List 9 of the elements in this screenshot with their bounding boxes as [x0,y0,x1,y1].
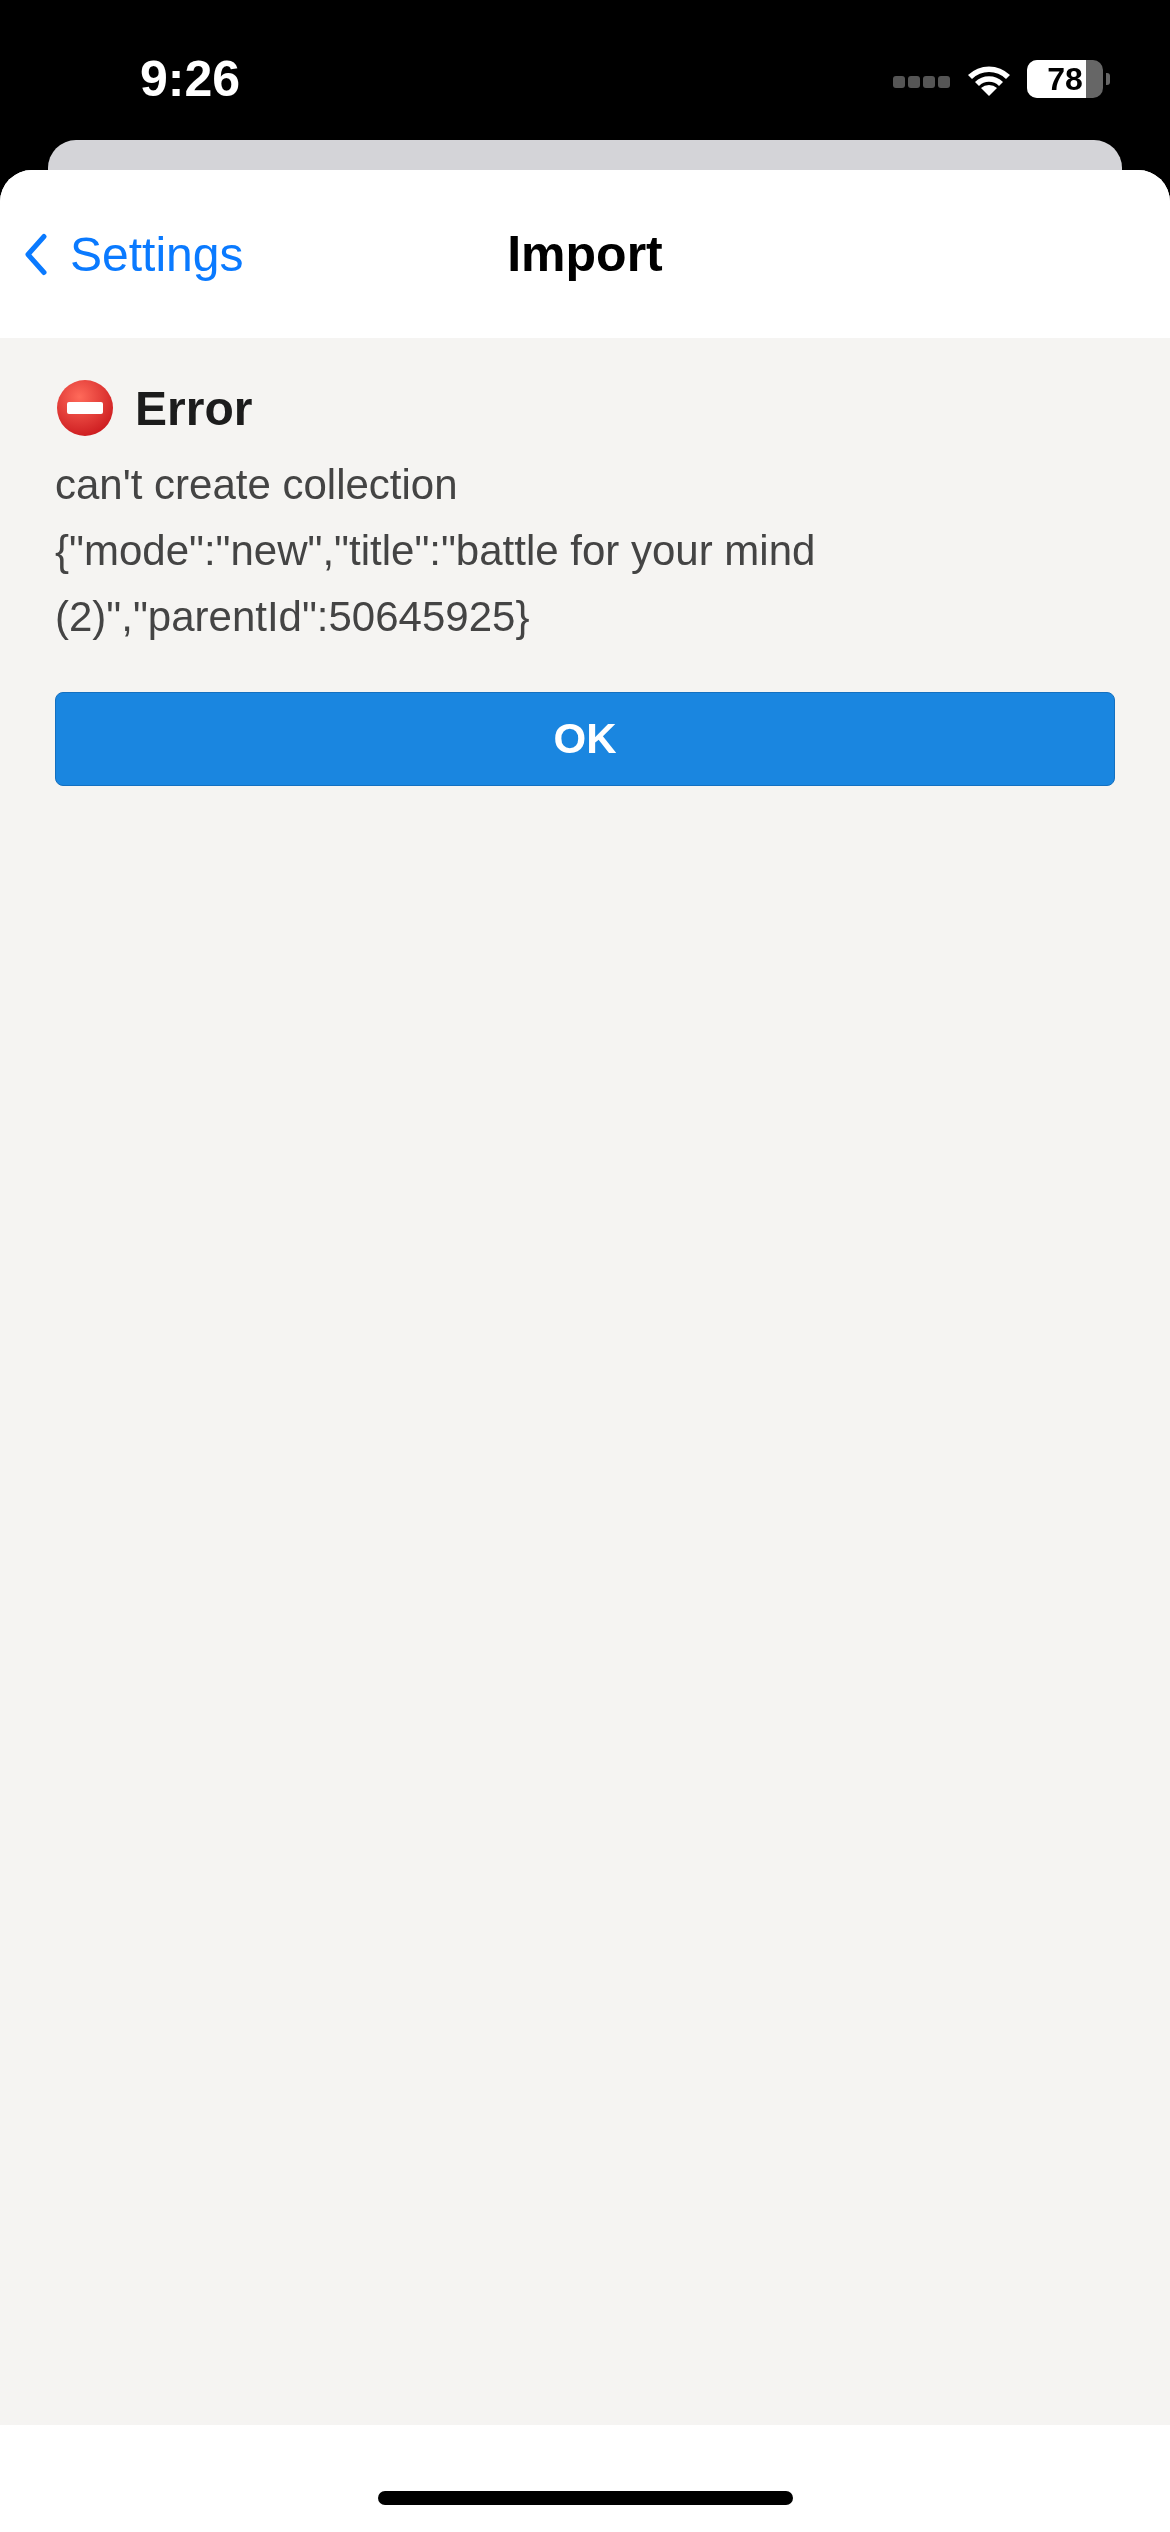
no-entry-icon [55,378,115,438]
back-button[interactable]: Settings [24,226,244,282]
status-time: 9:26 [138,50,242,108]
page-title: Import [507,225,663,283]
error-title: Error [135,380,253,436]
signal-icon [893,75,951,89]
error-message: can't create collection {"mode":"new","title":"battle for your mind (2)","parentId":50645925} [55,460,817,642]
ok-button[interactable]: OK [55,692,1115,786]
chevron-left-icon [24,232,48,276]
